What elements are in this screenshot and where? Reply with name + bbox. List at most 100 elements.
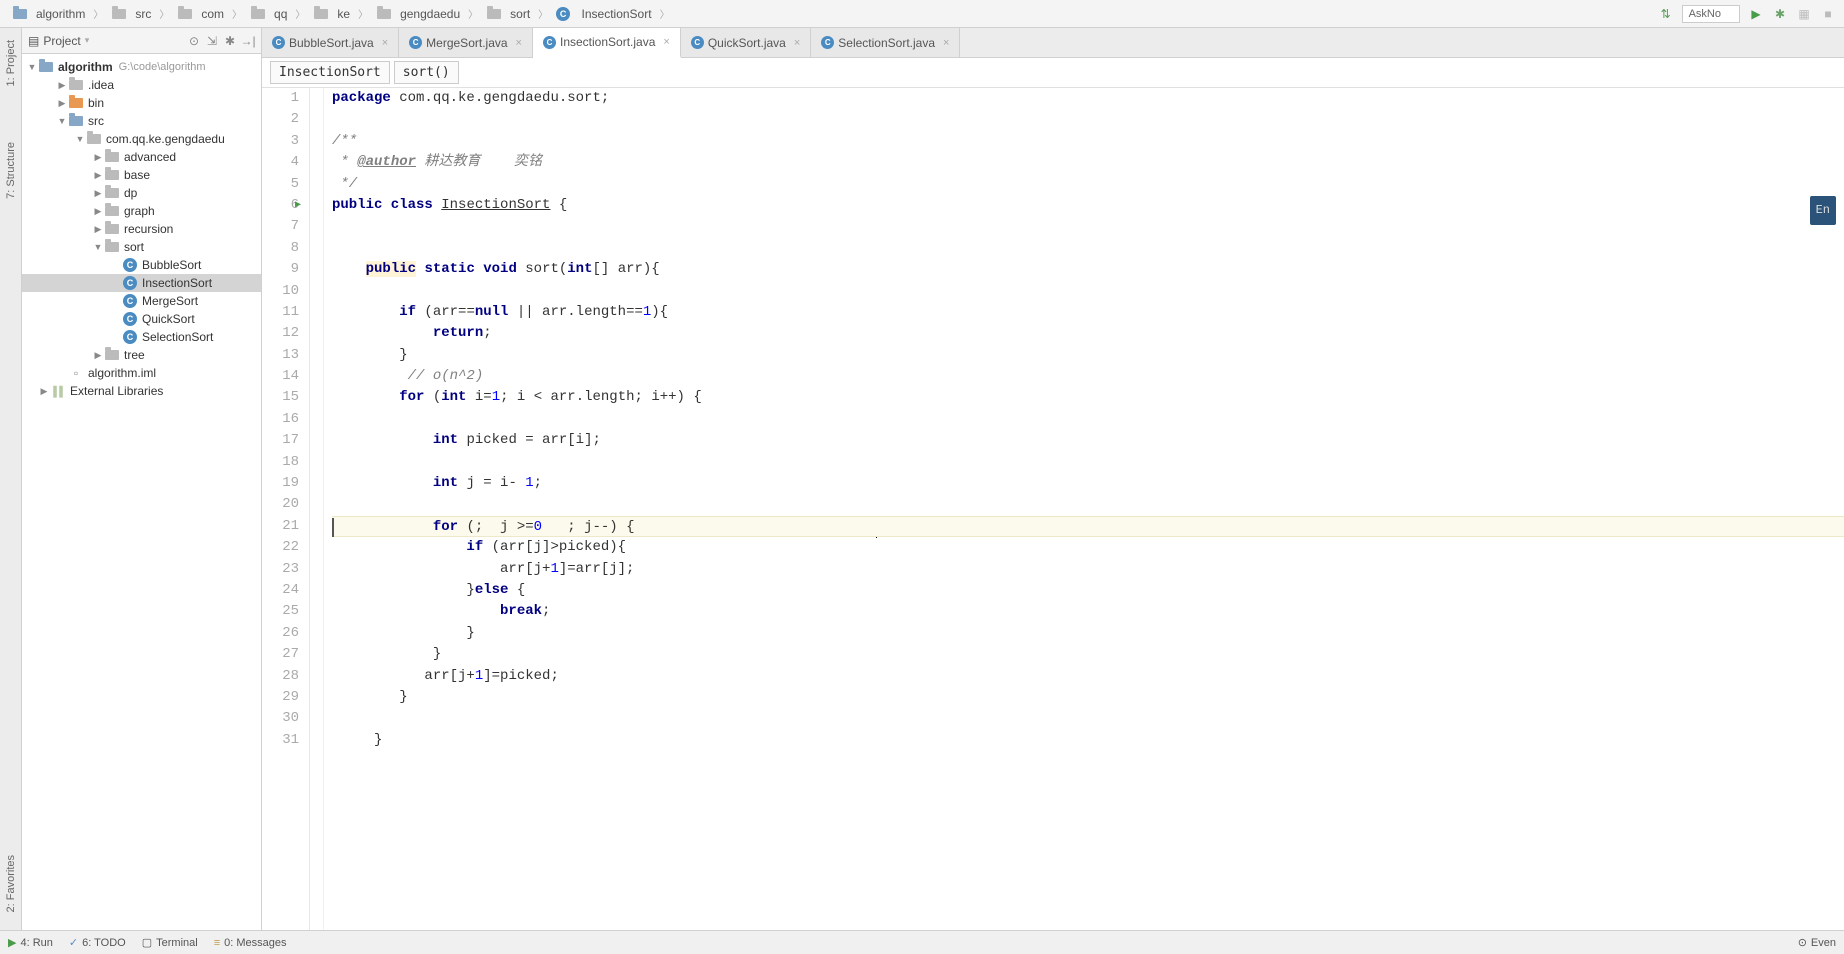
crumb-com[interactable]: com: [173, 5, 228, 23]
code-line[interactable]: public class InsectionSort {: [332, 195, 1844, 216]
code-line[interactable]: // o(n^2): [332, 366, 1844, 387]
tree-item-selectionsort[interactable]: CSelectionSort: [22, 328, 261, 346]
code-line[interactable]: * @author 耕达教育 奕铭: [332, 152, 1844, 173]
context-method[interactable]: sort(): [394, 61, 459, 84]
bottom-bar: ▶4: Run ✓6: TODO ▢Terminal ≡0: Messages …: [0, 930, 1844, 954]
gutter-line: 14: [262, 366, 299, 387]
tree-item-quicksort[interactable]: CQuickSort: [22, 310, 261, 328]
code-line[interactable]: }: [332, 623, 1844, 644]
code-lines[interactable]: package com.qq.ke.gengdaedu.sort; /** * …: [324, 88, 1844, 930]
tab-bubblesort[interactable]: CBubbleSort.java×: [262, 28, 399, 57]
code-line[interactable]: package com.qq.ke.gengdaedu.sort;: [332, 88, 1844, 109]
code-line[interactable]: [332, 494, 1844, 515]
close-icon[interactable]: ×: [943, 37, 949, 49]
code-line[interactable]: return;: [332, 323, 1844, 344]
close-icon[interactable]: ×: [516, 37, 522, 49]
code-line[interactable]: int picked = arr[i];: [332, 430, 1844, 451]
code-area[interactable]: 123456▶789101112131415161718192021222324…: [262, 88, 1844, 930]
tree-item-recursion[interactable]: ▶recursion: [22, 220, 261, 238]
crumb-qq[interactable]: qq: [246, 5, 291, 23]
code-line[interactable]: if (arr==null || arr.length==1){: [332, 302, 1844, 323]
bottom-messages[interactable]: ≡0: Messages: [214, 936, 287, 949]
expand-icon[interactable]: ⇲: [205, 34, 219, 48]
tab-insectionsort[interactable]: CInsectionSort.java×: [533, 28, 681, 58]
vtab-favorites[interactable]: 2: Favorites: [3, 847, 19, 920]
tree-root[interactable]: ▼ algorithm G:\code\algorithm: [22, 58, 261, 76]
gutter-line: 8: [262, 238, 299, 259]
crumb-sort[interactable]: sort: [482, 5, 534, 23]
tree-item-dp[interactable]: ▶dp: [22, 184, 261, 202]
code-line[interactable]: for (; j >=0 ; j--) {: [332, 516, 1844, 537]
code-line[interactable]: for (int i=1; i < arr.length; i++) {: [332, 387, 1844, 408]
stop-icon[interactable]: ■: [1820, 6, 1836, 22]
tree-item-graph[interactable]: ▶graph: [22, 202, 261, 220]
code-line[interactable]: arr[j+1]=arr[j];: [332, 559, 1844, 580]
code-line[interactable]: [332, 708, 1844, 729]
lang-indicator[interactable]: En: [1810, 196, 1836, 225]
tab-quicksort[interactable]: CQuickSort.java×: [681, 28, 811, 57]
hide-icon[interactable]: →|: [241, 34, 255, 48]
tree-root-label: algorithm: [58, 60, 113, 74]
tree-item-external-libraries[interactable]: ▶∥∥External Libraries: [22, 382, 261, 400]
code-line[interactable]: }else {: [332, 580, 1844, 601]
editor-area: CBubbleSort.java×CMergeSort.java×CInsect…: [262, 28, 1844, 930]
close-icon[interactable]: ×: [382, 37, 388, 49]
code-line[interactable]: */: [332, 174, 1844, 195]
code-line[interactable]: public static void sort(int[] arr){: [332, 259, 1844, 280]
code-line[interactable]: }: [332, 345, 1844, 366]
code-line[interactable]: [332, 238, 1844, 259]
coverage-icon[interactable]: ▦: [1796, 6, 1812, 22]
sync-icon[interactable]: ⇅: [1658, 6, 1674, 22]
code-line[interactable]: arr[j+1]=picked;: [332, 666, 1844, 687]
tree-item--idea[interactable]: ▶.idea: [22, 76, 261, 94]
context-class[interactable]: InsectionSort: [270, 61, 390, 84]
code-line[interactable]: [332, 281, 1844, 302]
crumb-gengdaedu[interactable]: gengdaedu: [372, 5, 464, 23]
code-line[interactable]: [332, 216, 1844, 237]
vtab-structure[interactable]: 7: Structure: [3, 134, 19, 207]
tree-item-bin[interactable]: ▶bin: [22, 94, 261, 112]
bottom-run[interactable]: ▶4: Run: [8, 936, 53, 949]
tree-item-mergesort[interactable]: CMergeSort: [22, 292, 261, 310]
tree-item-advanced[interactable]: ▶advanced: [22, 148, 261, 166]
tree-item-algorithm-iml[interactable]: ▫algorithm.iml: [22, 364, 261, 382]
code-line[interactable]: /**: [332, 131, 1844, 152]
code-line[interactable]: [332, 409, 1844, 430]
run-icon[interactable]: ▶: [1748, 6, 1764, 22]
crumb-InsectionSort[interactable]: C InsectionSort: [552, 5, 655, 23]
crumb-src[interactable]: src: [107, 5, 155, 23]
code-line[interactable]: }: [332, 644, 1844, 665]
vtab-project[interactable]: 1: Project: [3, 32, 19, 94]
gutter-line: 27: [262, 644, 299, 665]
collapse-icon[interactable]: ⊙: [187, 34, 201, 48]
bottom-terminal[interactable]: ▢Terminal: [142, 936, 198, 949]
crumb-algorithm[interactable]: algorithm: [8, 5, 89, 23]
code-line[interactable]: [332, 452, 1844, 473]
tree-item-com-qq-ke-gengdaedu[interactable]: ▼com.qq.ke.gengdaedu: [22, 130, 261, 148]
tree-item-base[interactable]: ▶base: [22, 166, 261, 184]
bottom-events[interactable]: ⊙Even: [1798, 936, 1836, 949]
tree-item-bubblesort[interactable]: CBubbleSort: [22, 256, 261, 274]
code-line[interactable]: if (arr[j]>picked){: [332, 537, 1844, 558]
close-icon[interactable]: ×: [794, 37, 800, 49]
code-line[interactable]: }: [332, 730, 1844, 751]
project-tree: ▼ algorithm G:\code\algorithm ▶.idea▶bin…: [22, 54, 261, 930]
code-line[interactable]: }: [332, 687, 1844, 708]
crumb-ke[interactable]: ke: [309, 5, 354, 23]
code-line[interactable]: break;: [332, 601, 1844, 622]
tab-selectionsort[interactable]: CSelectionSort.java×: [811, 28, 960, 57]
code-line[interactable]: [332, 109, 1844, 130]
bottom-todo[interactable]: ✓6: TODO: [69, 936, 126, 949]
code-line[interactable]: int j = i- 1;: [332, 473, 1844, 494]
settings-icon[interactable]: ✱: [223, 34, 237, 48]
run-marker-icon[interactable]: ▶: [295, 195, 301, 216]
close-icon[interactable]: ×: [663, 36, 669, 48]
askno-selector[interactable]: AskNo: [1682, 5, 1740, 23]
tree-item-src[interactable]: ▼src: [22, 112, 261, 130]
gutter-line: 10: [262, 281, 299, 302]
tree-item-insectionsort[interactable]: CInsectionSort: [22, 274, 261, 292]
tree-item-tree[interactable]: ▶tree: [22, 346, 261, 364]
debug-icon[interactable]: ✱: [1772, 6, 1788, 22]
tree-item-sort[interactable]: ▼sort: [22, 238, 261, 256]
tab-mergesort[interactable]: CMergeSort.java×: [399, 28, 533, 57]
